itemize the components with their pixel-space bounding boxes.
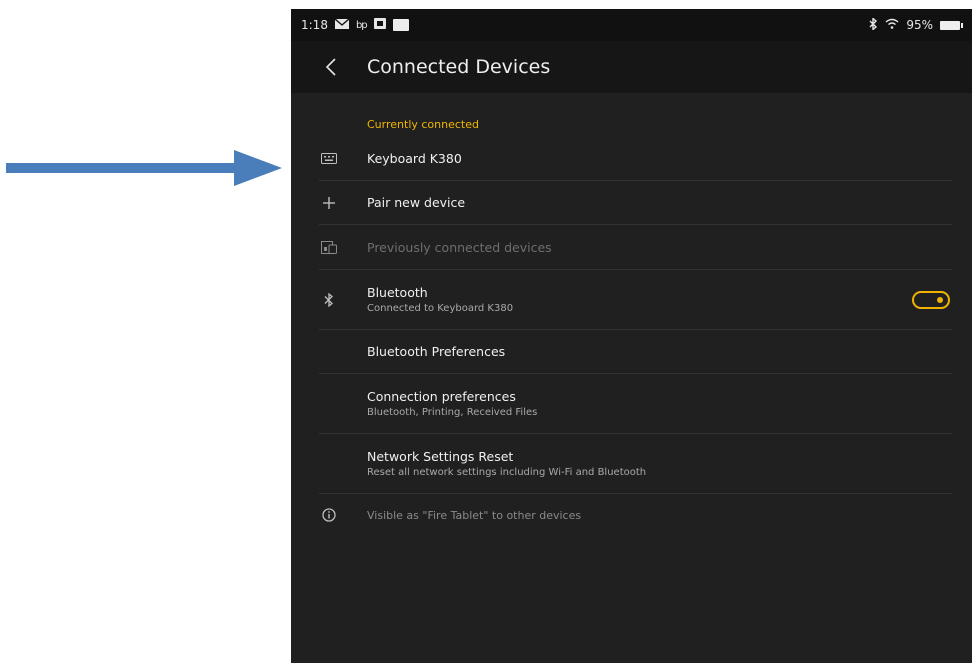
bp-badge-icon: bp — [355, 19, 368, 31]
bluetooth-preferences-row[interactable]: Bluetooth Preferences — [319, 330, 952, 374]
annotation-arrow-icon — [6, 150, 282, 186]
settings-list: Currently connected Keyboard K380 Pair n… — [291, 118, 972, 536]
battery-percent: 95% — [906, 18, 933, 32]
plus-icon — [319, 193, 339, 213]
bluetooth-preferences-label: Bluetooth Preferences — [367, 344, 506, 359]
tablet-screen: 1:18 bp 95% Connected Devices Currently … — [291, 9, 972, 663]
section-header-currently-connected: Currently connected — [367, 118, 479, 131]
keyboard-icon — [319, 148, 339, 168]
connection-preferences-subtitle: Bluetooth, Printing, Received Files — [367, 407, 538, 418]
connection-preferences-label: Connection preferences — [367, 389, 516, 404]
page-title: Connected Devices — [367, 56, 551, 78]
bluetooth-label: Bluetooth — [367, 285, 428, 300]
mail-icon — [334, 18, 350, 32]
status-time: 1:18 — [301, 18, 328, 32]
device-label: Keyboard K380 — [367, 150, 462, 166]
connection-preferences-row[interactable]: Connection preferences Bluetooth, Printi… — [319, 374, 952, 434]
network-reset-subtitle: Reset all network settings including Wi-… — [367, 467, 647, 478]
app-bar: Connected Devices — [291, 41, 972, 93]
network-settings-reset-row[interactable]: Network Settings Reset Reset all network… — [319, 434, 952, 494]
bluetooth-row[interactable]: Bluetooth Connected to Keyboard K380 — [319, 270, 952, 330]
visibility-note: Visible as "Fire Tablet" to other device… — [319, 494, 952, 536]
bluetooth-icon — [869, 16, 878, 33]
pair-new-device-row[interactable]: Pair new device — [319, 181, 952, 225]
wifi-icon — [885, 18, 899, 32]
status-bar: 1:18 bp 95% — [291, 9, 972, 41]
info-icon — [319, 505, 339, 525]
network-reset-label: Network Settings Reset — [367, 449, 514, 464]
battery-icon — [940, 20, 963, 30]
photo-icon — [373, 18, 386, 32]
back-chevron-icon[interactable] — [319, 55, 343, 79]
devices-icon — [319, 237, 339, 257]
bluetooth-subtitle: Connected to Keyboard K380 — [367, 303, 514, 314]
pair-new-device-label: Pair new device — [367, 195, 466, 210]
bluetooth-icon — [319, 290, 339, 310]
bluetooth-toggle[interactable] — [912, 290, 950, 309]
notification-box-icon — [392, 19, 409, 31]
device-row-keyboard-k380[interactable]: Keyboard K380 — [319, 136, 952, 181]
previously-connected-label: Previously connected devices — [367, 239, 552, 255]
previously-connected-devices-row[interactable]: Previously connected devices — [319, 225, 952, 270]
visibility-note-text: Visible as "Fire Tablet" to other device… — [367, 508, 582, 522]
